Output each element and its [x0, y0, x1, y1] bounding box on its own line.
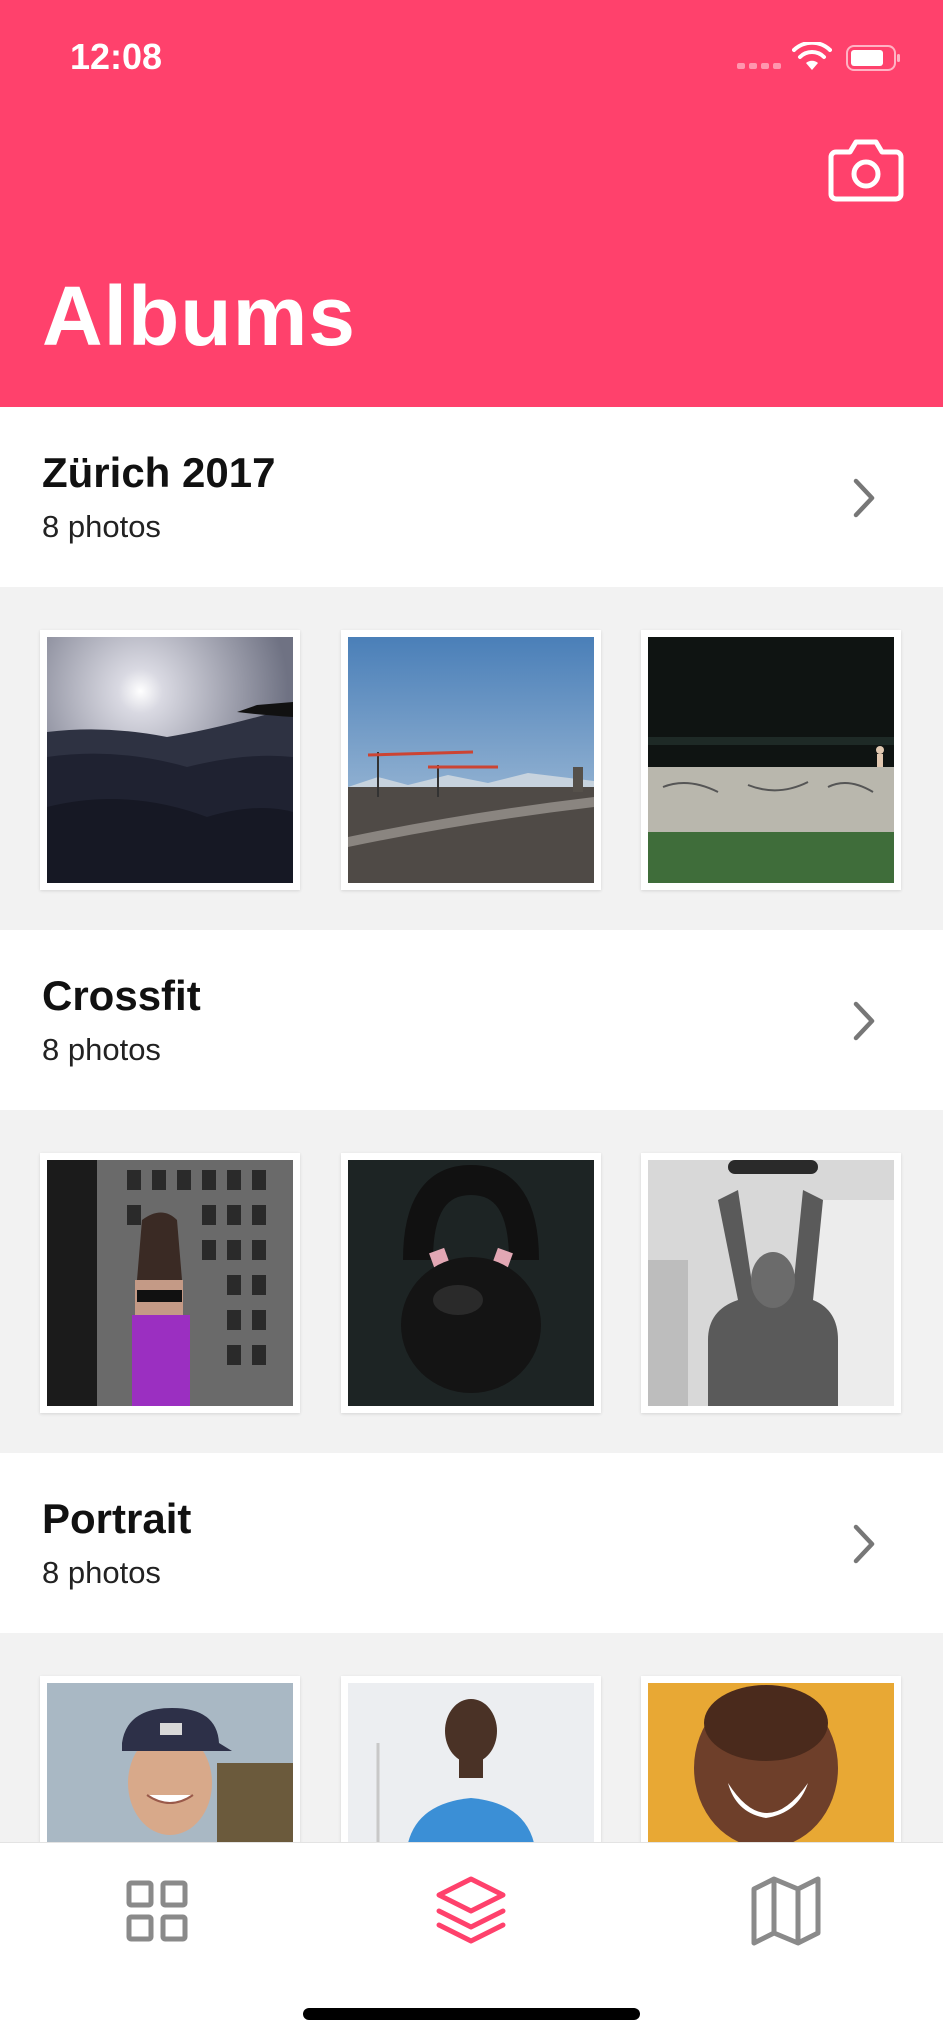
photo-thumbnail[interactable]	[40, 1153, 300, 1413]
album-title: Portrait	[42, 1495, 192, 1542]
album-count: 8 photos	[42, 1555, 161, 1590]
album-title: Zürich 2017	[42, 449, 276, 496]
header: 12:08 Albums	[0, 0, 943, 407]
grid-icon[interactable]	[117, 1871, 197, 1951]
album-count: 8 photos	[42, 1032, 161, 1067]
album-title: Crossfit	[42, 972, 201, 1019]
album-row-portrait[interactable]: Portrait 8 photos	[0, 1453, 943, 1633]
cellular-signal-icon	[737, 63, 781, 69]
album-count: 8 photos	[42, 509, 161, 544]
photo-image	[47, 637, 293, 883]
album-row-crossfit[interactable]: Crossfit 8 photos	[0, 930, 943, 1110]
chevron-right-icon	[853, 478, 875, 518]
home-indicator	[303, 2008, 640, 2020]
photo-strip	[0, 1110, 943, 1453]
battery-icon	[846, 45, 900, 71]
wifi-icon	[792, 42, 832, 70]
photo-thumbnail[interactable]	[341, 1153, 601, 1413]
chevron-right-icon	[853, 1001, 875, 1041]
photo-thumbnail[interactable]	[641, 1153, 901, 1413]
status-time: 12:08	[70, 36, 163, 77]
photo-image	[47, 1160, 293, 1406]
layers-icon[interactable]	[431, 1871, 511, 1951]
page-title: Albums	[42, 269, 357, 363]
photo-thumbnail[interactable]	[341, 630, 601, 890]
photo-strip	[0, 587, 943, 930]
photo-image	[648, 637, 894, 883]
photo-image	[348, 637, 594, 883]
photo-thumbnail[interactable]	[40, 630, 300, 890]
album-row-zurich[interactable]: Zürich 2017 8 photos	[0, 407, 943, 587]
photo-image	[648, 1160, 894, 1406]
chevron-right-icon	[853, 1524, 875, 1564]
camera-icon[interactable]	[828, 136, 904, 202]
photo-thumbnail[interactable]	[641, 630, 901, 890]
map-icon[interactable]	[746, 1871, 826, 1951]
photo-image	[348, 1160, 594, 1406]
